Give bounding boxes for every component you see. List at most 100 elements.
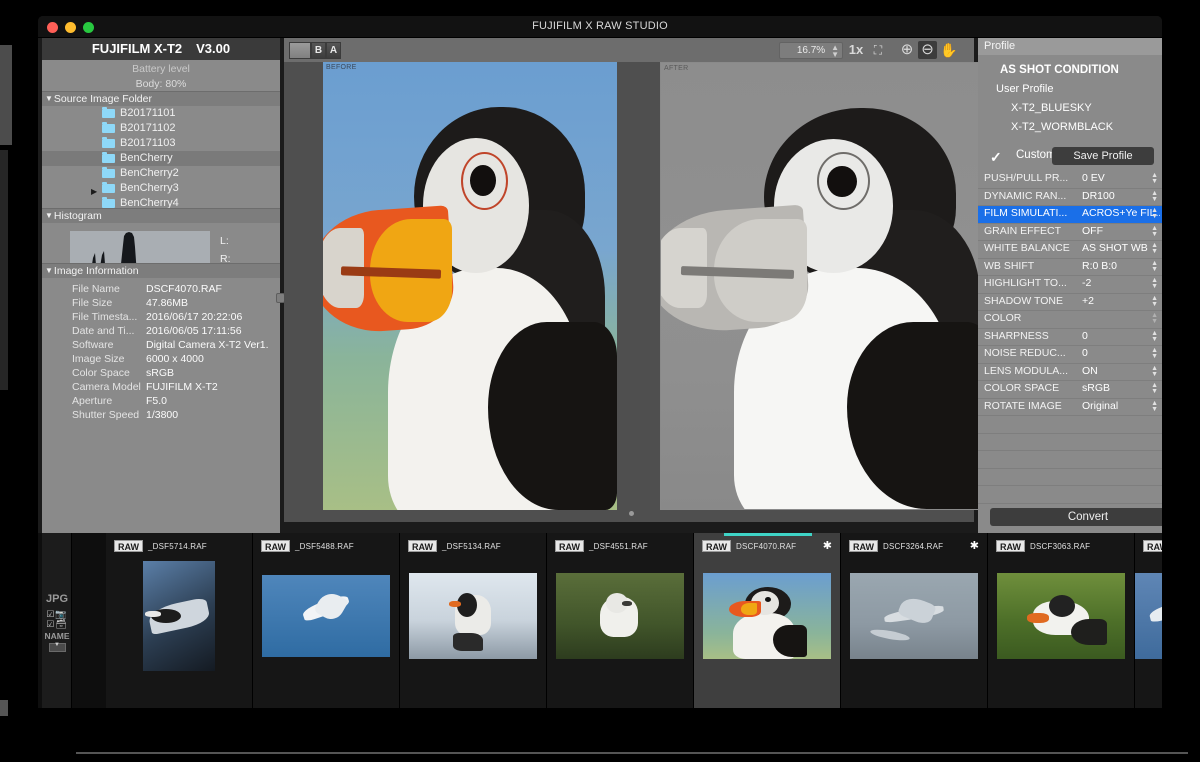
filmstrip: JPG ☑📷 ☑🗃 NAME RAW _DSF5714.RAF [38,533,1162,708]
after-view-button[interactable]: A [326,42,341,59]
preset-wormblack[interactable]: X-T2_WORMBLACK [978,118,1162,137]
setting-key: SHARPNESS [984,330,1076,342]
viewer-page-indicator[interactable] [629,511,634,516]
stepper-icon[interactable]: ▲▼ [1151,261,1158,273]
stepper-icon[interactable]: ▲▼ [1151,208,1158,220]
window-titlebar: FUJIFILM X RAW STUDIO [38,16,1162,38]
setting-value: 0 [1082,347,1160,359]
histogram-section-header[interactable]: ▼Histogram [42,208,280,223]
after-image-pane[interactable]: AFTER [660,62,994,510]
info-value: sRGB [146,366,276,380]
setting-row-sharpness[interactable]: SHARPNESS 0 ▲▼ [978,329,1162,347]
camera-checkbox-icon[interactable]: ☑📷 [46,609,67,619]
image-information-section-header[interactable]: ▼Image Information [42,263,280,278]
stepper-icon[interactable]: ▲▼ [1151,278,1158,290]
custom-profile-row[interactable]: ✓ Custom Save Profile [978,145,1162,171]
folder-item-selected[interactable]: BenCherry [42,151,280,166]
setting-row-dynamic-range[interactable]: DYNAMIC RAN... DR100 ▲▼ [978,189,1162,207]
setting-key: PUSH/PULL PR... [984,172,1076,184]
zoom-level-value: 16.7% [797,45,825,56]
preset-as-shot-condition[interactable]: AS SHOT CONDITION [978,61,1162,80]
info-value: 47.86MB [146,296,276,310]
setting-row-white-balance[interactable]: WHITE BALANCE AS SHOT WB ▲▼ [978,241,1162,259]
info-value: DSCF4070.RAF [146,282,276,296]
setting-row-empty [978,434,1162,452]
setting-row-film-simulation[interactable]: FILM SIMULATI... ACROS+Ye FIL... ▲▼ [978,206,1162,224]
setting-row-color[interactable]: COLOR ▲▼ [978,311,1162,329]
before-view-button[interactable]: B [311,42,326,59]
stepper-icon[interactable]: ▲▼ [1151,313,1158,325]
save-profile-button[interactable]: Save Profile [1052,147,1154,165]
info-row: Image Size 6000 x 4000 [42,352,280,366]
thumbnail-item[interactable]: RAW _DSF4551.RAF [547,533,694,708]
zoom-stepper-icon[interactable]: ▲▼ [831,44,839,58]
disclosure-triangle-icon: ▼ [45,91,53,106]
setting-row-highlight-tone[interactable]: HIGHLIGHT TO... -2 ▲▼ [978,276,1162,294]
thumbnail-item[interactable]: RAW _DSF5488.RAF [253,533,400,708]
stepper-icon[interactable]: ▲▼ [1151,243,1158,255]
folder-item[interactable]: B20171101 [42,106,280,121]
thumbnail-image [703,573,831,659]
folder-label: BenCherry3 [120,182,179,194]
source-folder-section-header[interactable]: ▼Source Image Folder [42,91,280,106]
setting-value: OFF [1082,225,1160,237]
stepper-icon[interactable]: ▲▼ [1151,383,1158,395]
folder-item[interactable]: ▶ BenCherry3 [42,181,280,196]
setting-key: LENS MODULA... [984,365,1076,377]
thumbnail-item[interactable]: RAW DSCF3264.RAF ✱ [841,533,988,708]
histogram-channel-l: L: [220,235,229,247]
thumbnail-image [997,573,1125,659]
folder-item[interactable]: BenCherry4 [42,196,280,208]
folder-item[interactable]: B20171102 [42,121,280,136]
setting-key: COLOR [984,312,1076,324]
stepper-icon[interactable]: ▲▼ [1151,296,1158,308]
setting-row-grain-effect[interactable]: GRAIN EFFECT OFF ▲▼ [978,224,1162,242]
thumbnail-item-selected[interactable]: RAW DSCF4070.RAF ✱ [694,533,841,708]
setting-row-color-space[interactable]: COLOR SPACE sRGB ▲▼ [978,381,1162,399]
hand-tool-icon[interactable]: ✋ [940,41,958,59]
stepper-icon[interactable]: ▲▼ [1151,348,1158,360]
thumbnail-item[interactable]: RAW _DSF5134.RAF [400,533,547,708]
info-row: File Size 47.86MB [42,296,280,310]
zoom-in-icon[interactable]: ⊕ [898,41,916,59]
actual-size-button[interactable]: 1x [846,41,866,59]
desktop-edge-strip-secondary [0,150,8,390]
thumbnail-item[interactable]: RAW _DSF5714.RAF [106,533,253,708]
before-image-pane[interactable]: BEFORE [323,62,617,510]
filmstrip-filter-icons[interactable]: ☑📷 ☑🗃 [42,609,72,629]
folder-tree[interactable]: B20171101 B20171102 B20171103 BenCherry … [42,106,280,208]
info-value: Digital Camera X-T2 Ver1. [146,338,276,352]
stepper-icon[interactable]: ▲▼ [1151,173,1158,185]
setting-value: Original [1082,400,1160,412]
setting-row-noise-reduction[interactable]: NOISE REDUC... 0 ▲▼ [978,346,1162,364]
folder-item[interactable]: BenCherry2 [42,166,280,181]
zoom-level-field[interactable]: 16.7% ▲▼ [779,42,843,59]
name-sort-label[interactable]: NAME [42,631,72,641]
name-sort-dropdown[interactable] [49,643,66,652]
setting-row-lens-modulation[interactable]: LENS MODULA... ON ▲▼ [978,364,1162,382]
preset-bluesky[interactable]: X-T2_BLUESKY [978,99,1162,118]
stepper-icon[interactable]: ▲▼ [1151,366,1158,378]
zoom-out-icon[interactable]: ⊖ [918,41,937,59]
stepper-icon[interactable]: ▲▼ [1151,401,1158,413]
stepper-icon[interactable]: ▲▼ [1151,331,1158,343]
thumbnail-item[interactable]: RAW DSCF3063.RAF [988,533,1135,708]
edited-star-icon: ✱ [970,540,979,552]
setting-row-shadow-tone[interactable]: SHADOW TONE +2 ▲▼ [978,294,1162,312]
setting-row-rotate-image[interactable]: ROTATE IMAGE Original ▲▼ [978,399,1162,417]
stepper-icon[interactable]: ▲▼ [1151,226,1158,238]
preset-user-profile[interactable]: User Profile [978,80,1162,99]
fit-screen-icon[interactable]: ⛶ [869,41,887,59]
folder-item[interactable]: B20171103 [42,136,280,151]
setting-row-wb-shift[interactable]: WB SHIFT R:0 B:0 ▲▼ [978,259,1162,277]
jpg-toggle-label[interactable]: JPG [42,593,72,605]
setting-row-push-pull[interactable]: PUSH/PULL PR... 0 EV ▲▼ [978,171,1162,189]
setting-value: sRGB [1082,382,1160,394]
single-view-button[interactable] [289,42,311,59]
thumbnail-item[interactable]: RAW DS [1135,533,1162,708]
convert-button[interactable]: Convert [990,508,1162,526]
profile-panel: Profile AS SHOT CONDITION User Profile X… [978,38,1162,533]
thumbnail-filename: DSCF3063.RAF [1030,542,1090,551]
stepper-icon[interactable]: ▲▼ [1151,191,1158,203]
copy-checkbox-icon[interactable]: ☑🗃 [46,619,68,629]
